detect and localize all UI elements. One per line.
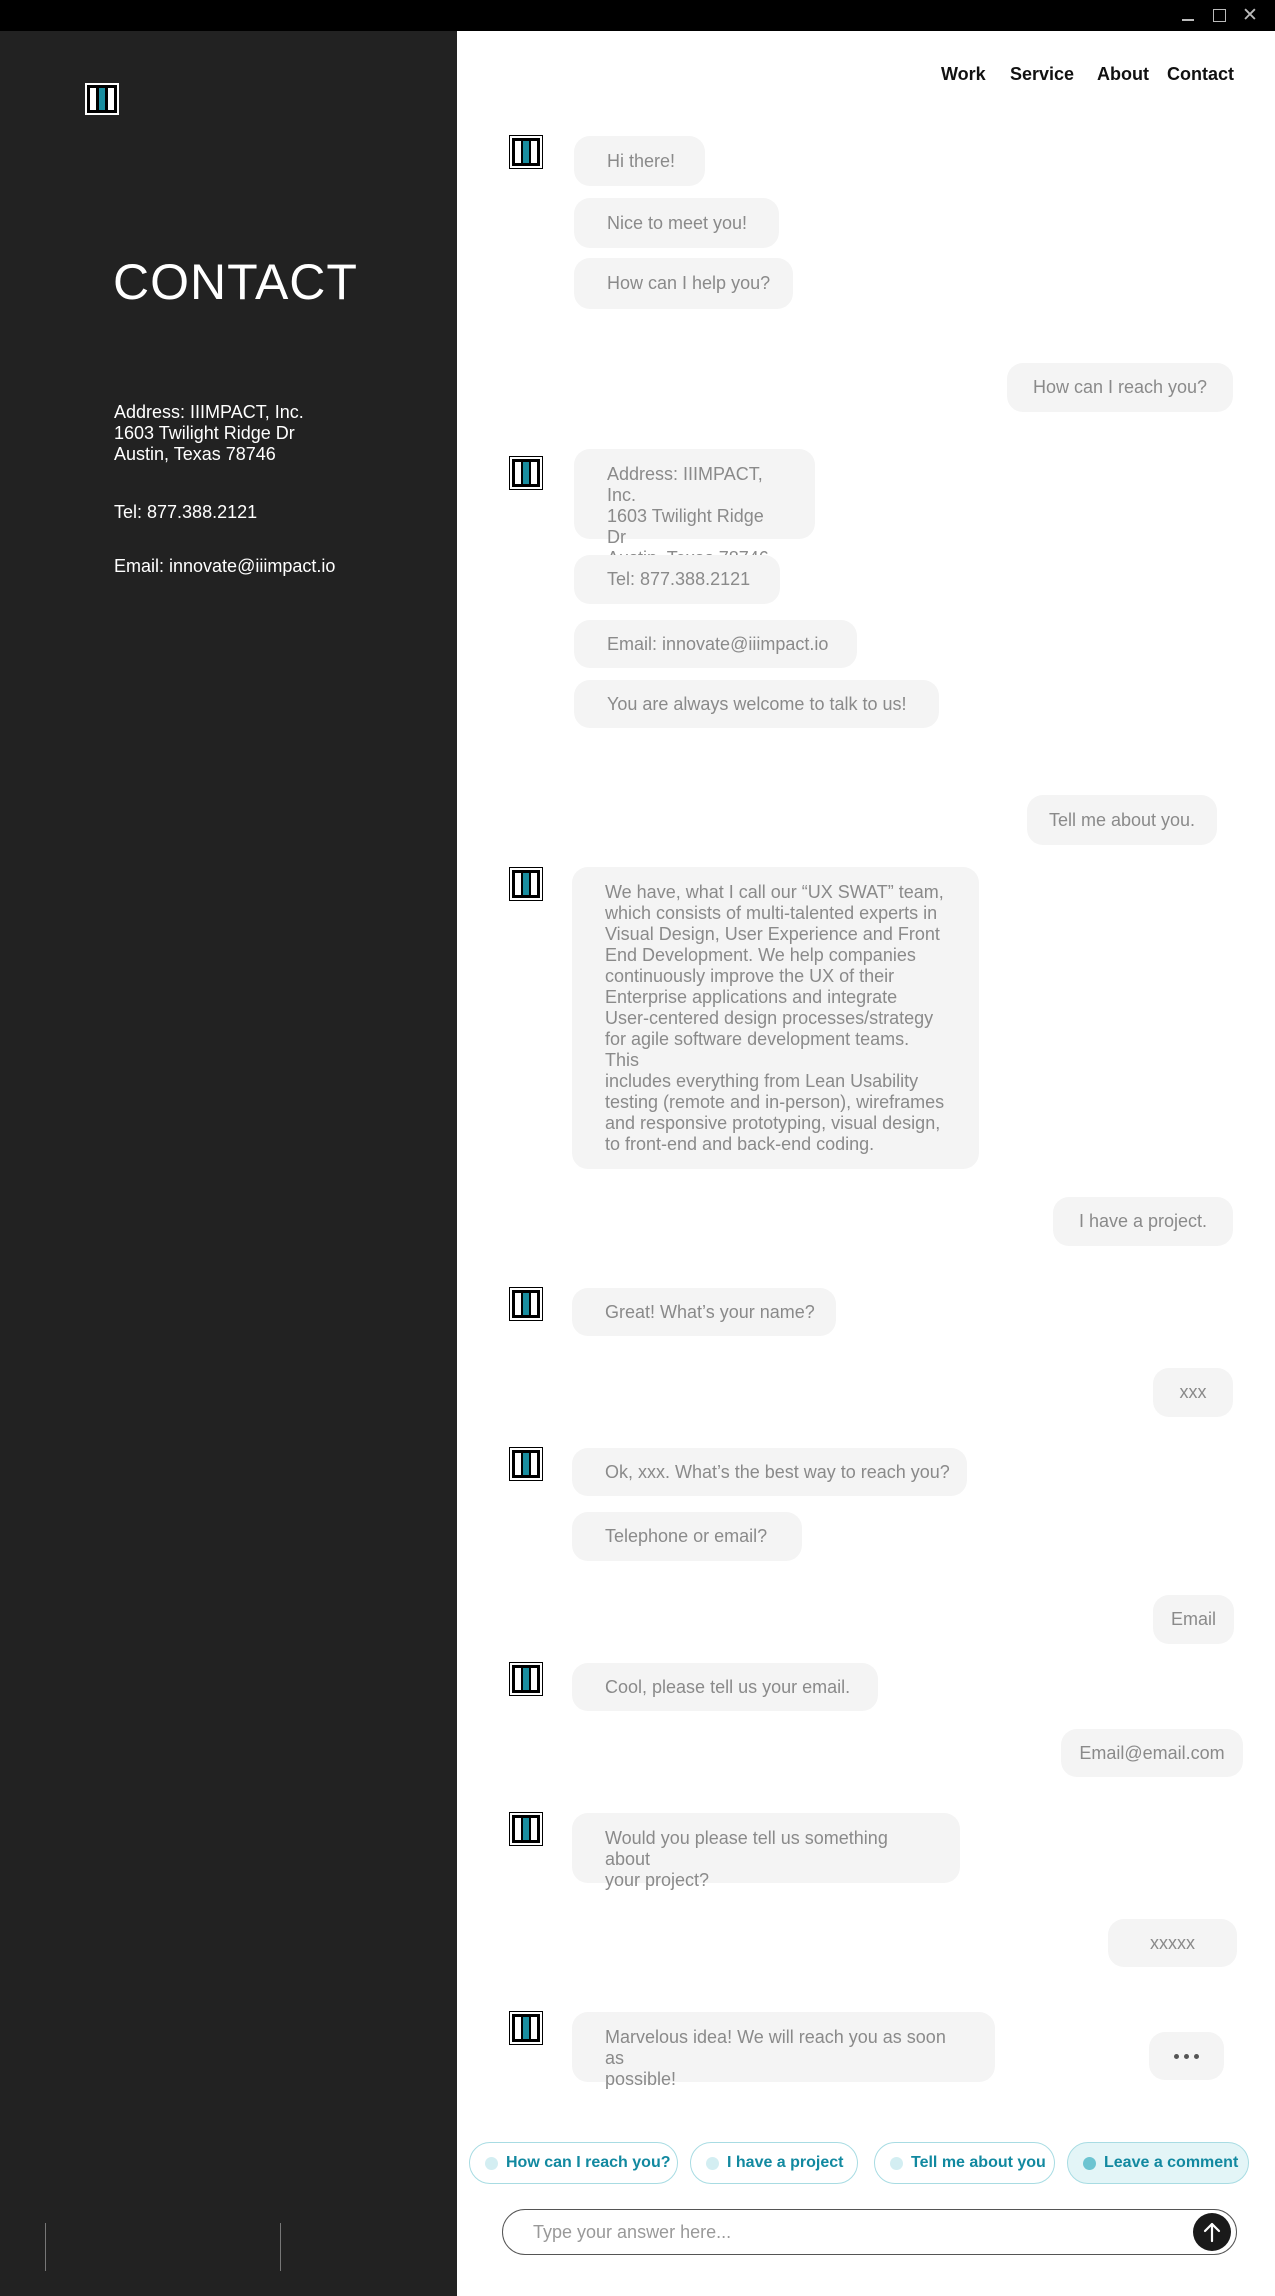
bot-avatar-icon (509, 456, 543, 490)
bot-message: Telephone or email? (572, 1512, 802, 1561)
window-titlebar: ✕ (0, 0, 1275, 31)
user-message: Tell me about you. (1027, 795, 1217, 845)
divider-line (45, 2223, 46, 2271)
typing-indicator (1149, 2032, 1224, 2080)
bot-message: You are always welcome to talk to us! (574, 680, 939, 728)
bot-avatar-icon (509, 135, 543, 169)
bot-message: Hi there! (574, 136, 705, 186)
bot-avatar-icon (509, 1662, 543, 1696)
quick-reply-comment[interactable]: Leave a comment (1067, 2142, 1249, 2184)
send-button[interactable] (1193, 2213, 1231, 2251)
arrow-up-icon (1203, 2222, 1221, 2243)
bot-message: Cool, please tell us your email. (572, 1663, 878, 1711)
bot-message: Nice to meet you! (574, 198, 779, 248)
bot-message: Address: IIIMPACT, Inc. 1603 Twilight Ri… (574, 449, 815, 568)
logo-icon[interactable] (85, 83, 119, 115)
bot-message: Email: innovate@iiimpact.io (574, 620, 857, 668)
bot-message: We have, what I call our “UX SWAT” team,… (572, 867, 979, 1169)
contact-sidebar: CONTACT Address: IIIMPACT, Inc. 1603 Twi… (0, 31, 457, 2296)
user-message: xxx (1153, 1368, 1233, 1417)
quick-reply-about[interactable]: Tell me about you (874, 2142, 1055, 2184)
sidebar-email: Email: innovate@iiimpact.io (114, 556, 336, 576)
bot-message: How can I help you? (574, 258, 793, 309)
sidebar-telephone: Tel: 877.388.2121 (114, 502, 258, 522)
bot-avatar-icon (509, 2011, 543, 2045)
user-message: How can I reach you? (1007, 363, 1233, 412)
bot-message: Ok, xxx. What’s the best way to reach yo… (572, 1448, 967, 1496)
page-title: CONTACT (113, 254, 358, 310)
divider-line (280, 2223, 281, 2271)
bot-avatar-icon (509, 867, 543, 901)
bot-message: Great! What’s your name? (572, 1288, 836, 1336)
user-message: Email@email.com (1061, 1729, 1243, 1777)
answer-input[interactable] (502, 2209, 1237, 2255)
bot-message: Tel: 877.388.2121 (574, 555, 780, 604)
nav-contact[interactable]: Contact (1167, 64, 1234, 85)
user-message: Email (1153, 1595, 1234, 1644)
user-message: I have a project. (1053, 1197, 1233, 1246)
nav-work[interactable]: Work (941, 64, 986, 85)
quick-reply-reach[interactable]: How can I reach you? (469, 2142, 678, 2184)
close-button[interactable]: ✕ (1241, 6, 1259, 25)
minimize-button[interactable] (1179, 6, 1197, 24)
bot-avatar-icon (509, 1812, 543, 1846)
user-message: xxxxx (1108, 1919, 1237, 1967)
nav-service[interactable]: Service (1010, 64, 1074, 85)
quick-reply-project[interactable]: I have a project (690, 2142, 858, 2184)
bot-message: Would you please tell us something about… (572, 1813, 960, 1890)
bot-avatar-icon (509, 1287, 543, 1321)
sidebar-address: Address: IIIMPACT, Inc. 1603 Twilight Ri… (114, 402, 304, 464)
nav-about[interactable]: About (1097, 64, 1149, 85)
bot-message: Marvelous idea! We will reach you as soo… (572, 2012, 995, 2089)
maximize-button[interactable] (1210, 6, 1228, 24)
bot-avatar-icon (509, 1447, 543, 1481)
